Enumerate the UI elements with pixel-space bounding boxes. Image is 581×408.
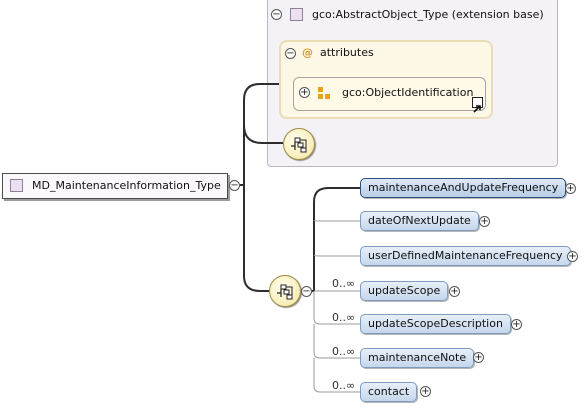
expand-element-button[interactable]: +	[449, 286, 460, 297]
element-updateScope[interactable]: updateScope	[360, 281, 449, 301]
expand-element-button[interactable]: +	[420, 386, 431, 397]
collapse-sequence-button[interactable]: −	[301, 286, 312, 297]
expand-element-button[interactable]: +	[479, 216, 490, 227]
element-contact[interactable]: contact	[360, 382, 418, 402]
expand-element-button[interactable]: +	[565, 183, 576, 194]
element-updateScopeDescription[interactable]: updateScopeDescription	[360, 314, 511, 334]
cardinality-label: 0..∞	[332, 345, 356, 358]
expand-element-button[interactable]: +	[473, 352, 484, 363]
expand-element-button[interactable]: +	[511, 319, 522, 330]
element-maintenanceAndUpdateFrequency[interactable]: maintenanceAndUpdateFrequency	[360, 178, 567, 198]
cardinality-label: 0..∞	[332, 277, 356, 290]
element-maintenanceNote[interactable]: maintenanceNote	[360, 348, 475, 368]
expand-element-button[interactable]: +	[567, 251, 578, 262]
element-userDefinedMaintenanceFrequency[interactable]: userDefinedMaintenanceFrequency	[360, 246, 571, 266]
complex-type-icon	[10, 179, 23, 192]
root-type-label: MD_MaintenanceInformation_Type	[32, 179, 221, 192]
cardinality-label: 0..∞	[332, 311, 356, 324]
sequence-compositor-icon[interactable]	[283, 128, 315, 160]
collapse-root-button[interactable]: −	[229, 180, 240, 191]
element-dateOfNextUpdate[interactable]: dateOfNextUpdate	[360, 211, 479, 231]
sequence-compositor-icon[interactable]	[269, 275, 301, 307]
cardinality-label: 0..∞	[332, 379, 356, 392]
connector-lines	[240, 83, 360, 393]
